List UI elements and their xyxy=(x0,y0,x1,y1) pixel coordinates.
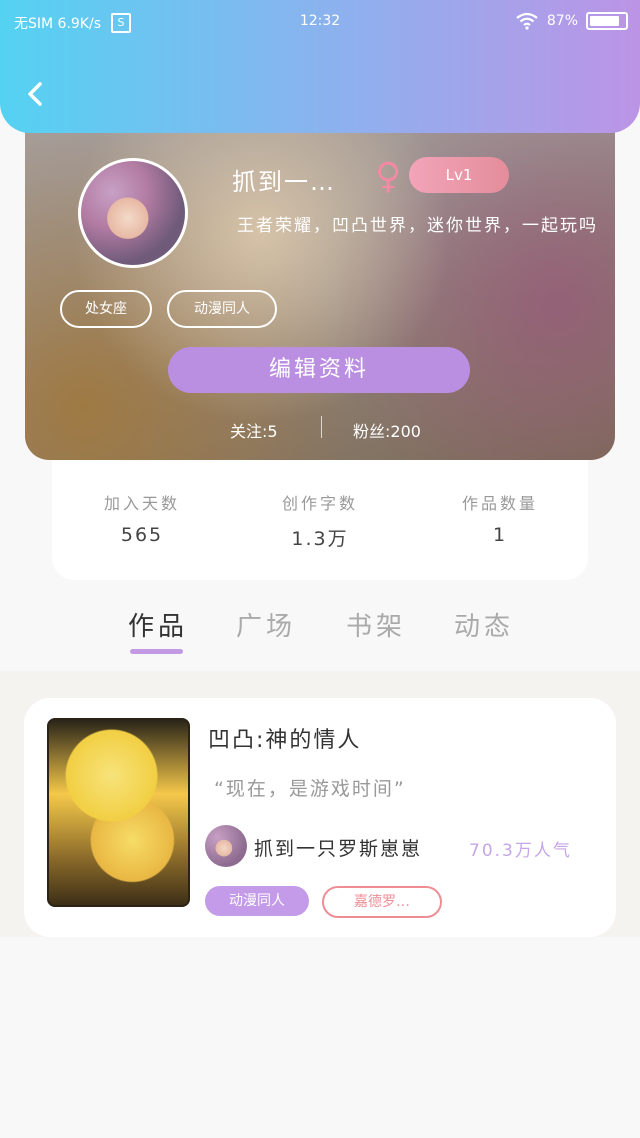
following-count[interactable]: 关注:5 xyxy=(230,418,278,442)
work-tag-character[interactable]: 嘉德罗… xyxy=(322,886,442,918)
stat-value: 1.3万 xyxy=(291,528,349,550)
female-icon: ♀ xyxy=(375,156,402,197)
profile-name: 抓到一… xyxy=(232,168,336,196)
back-chevron-icon[interactable] xyxy=(20,78,52,110)
stat-value: 565 xyxy=(120,524,164,546)
stat-join-days: 加入天数 565 xyxy=(52,490,232,546)
wifi-icon xyxy=(516,12,538,30)
edit-profile-button[interactable]: 编辑资料 xyxy=(168,347,470,393)
stat-word-count: 创作字数 1.3万 xyxy=(230,490,410,551)
tab-square[interactable]: 广场 xyxy=(236,606,296,643)
work-card[interactable]: 凹凸:神的情人 “现在，是游戏时间” 抓到一只罗斯崽崽 70.3万人气 动漫同人… xyxy=(24,698,616,937)
stat-label: 加入天数 xyxy=(103,494,180,513)
author-avatar[interactable] xyxy=(205,825,247,867)
profile-card: 抓到一… ♀ Lv1 王者荣耀，凹凸世界，迷你世界，一起玩吗 处女座 动漫同人 … xyxy=(25,110,615,460)
level-badge: Lv1 xyxy=(409,157,509,193)
profile-tag-category[interactable]: 动漫同人 xyxy=(167,290,277,328)
work-tag-category[interactable]: 动漫同人 xyxy=(205,886,309,916)
author-name[interactable]: 抓到一只罗斯崽崽 xyxy=(254,834,422,861)
profile-bio: 王者荣耀，凹凸世界，迷你世界，一起玩吗 xyxy=(237,216,598,236)
battery-icon xyxy=(586,12,628,30)
battery-fill xyxy=(590,16,620,26)
stat-work-count: 作品数量 1 xyxy=(410,490,590,546)
tab-bookshelf[interactable]: 书架 xyxy=(346,606,406,643)
tab-works[interactable]: 作品 xyxy=(128,606,188,643)
battery-text: 87% xyxy=(546,13,578,29)
stat-label: 作品数量 xyxy=(461,494,538,513)
profile-tag-zodiac[interactable]: 处女座 xyxy=(60,290,152,328)
work-cover-image[interactable] xyxy=(47,718,190,907)
status-right: 87% xyxy=(515,12,628,30)
stat-value: 1 xyxy=(492,524,508,546)
work-popularity: 70.3万人气 xyxy=(469,841,572,861)
stat-label: 创作字数 xyxy=(281,494,358,513)
avatar[interactable] xyxy=(78,158,188,268)
followers-count[interactable]: 粉丝:200 xyxy=(353,418,421,442)
tab-bar: 作品 广场 书架 动态 xyxy=(0,600,640,670)
tab-activity[interactable]: 动态 xyxy=(454,606,514,643)
header-bar: 无SIM 6.9K/s S 12:32 87% xyxy=(0,0,640,133)
follow-divider xyxy=(321,416,322,438)
status-bar: 无SIM 6.9K/s S 12:32 87% xyxy=(0,0,640,44)
work-quote: “现在，是游戏时间” xyxy=(214,778,406,800)
work-title: 凹凸:神的情人 xyxy=(208,728,362,753)
active-tab-indicator xyxy=(130,649,183,654)
